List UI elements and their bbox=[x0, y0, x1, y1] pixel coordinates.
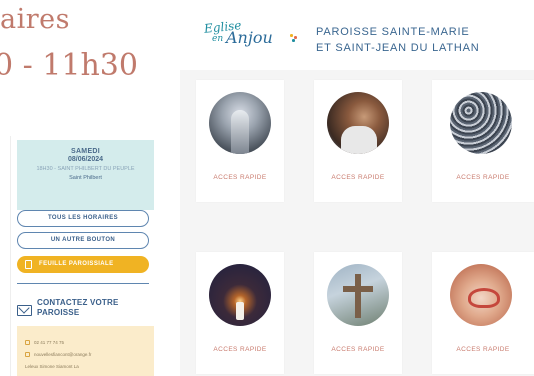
logo-dots-icon bbox=[290, 34, 300, 44]
contact-email[interactable]: nouvellesfiancont@orange.fr bbox=[25, 348, 146, 360]
tile-label: ACCES RAPIDE bbox=[456, 174, 510, 181]
mass-card: SAMEDI 08/06/2024 18H30 - SAINT PHILBERT… bbox=[17, 140, 154, 210]
contact-card: 02 41 77 74 75 nouvellesfiancont@orange.… bbox=[17, 326, 154, 376]
contact-title: CONTACTEZ VOTRE PAROISSE bbox=[37, 298, 119, 317]
hands-heart-image bbox=[450, 264, 512, 326]
tile-label: ACCES RAPIDE bbox=[331, 346, 385, 353]
quick-access-tile[interactable]: ACCES RAPIDE bbox=[432, 252, 534, 374]
tile-label: ACCES RAPIDE bbox=[213, 174, 267, 181]
contact-header[interactable]: CONTACTEZ VOTRE PAROISSE bbox=[17, 296, 149, 326]
divider bbox=[17, 283, 149, 284]
quick-access-tile[interactable]: ACCES RAPIDE bbox=[314, 80, 402, 202]
all-times-button[interactable]: TOUS LES HORAIRES bbox=[17, 210, 149, 227]
tile-label: ACCES RAPIDE bbox=[456, 346, 510, 353]
quick-access-tile[interactable]: ACCES RAPIDE bbox=[196, 80, 284, 202]
contact-phone[interactable]: 02 41 77 74 75 bbox=[25, 336, 146, 348]
church-interior-image bbox=[209, 92, 271, 154]
parish-name: PAROISSE SAINTE-MARIE ET SAINT-JEAN DU L… bbox=[316, 24, 531, 56]
newsletter-button-label: FEUILLE PAROISSIALE bbox=[39, 261, 114, 267]
newsletter-button[interactable]: FEUILLE PAROISSIALE bbox=[17, 256, 149, 273]
email-icon bbox=[25, 351, 30, 357]
mass-place: 18H30 - SAINT PHILBERT DU PEUPLE bbox=[36, 166, 135, 172]
logo-word-anjou: Anjou bbox=[226, 28, 273, 47]
mail-icon bbox=[17, 305, 32, 316]
cross-image bbox=[327, 264, 389, 326]
mass-date: 08/06/2024 bbox=[67, 156, 104, 163]
mass-schedule-panel: SAMEDI 08/06/2024 18H30 - SAINT PHILBERT… bbox=[10, 136, 156, 376]
logo-word-en: en bbox=[212, 34, 224, 44]
phone-icon bbox=[25, 339, 30, 345]
document-icon bbox=[25, 260, 32, 269]
another-button[interactable]: UN AUTRE BOUTON bbox=[17, 232, 149, 249]
eglise-en-anjou-logo[interactable]: Eglise en Anjou bbox=[200, 14, 310, 54]
contact-address: Leleux Simone Siamont La bbox=[25, 360, 146, 372]
quick-access-tile[interactable]: ACCES RAPIDE bbox=[314, 252, 402, 374]
mass-day: SAMEDI bbox=[70, 148, 101, 155]
hours-time: 0 - 11h30 bbox=[0, 48, 138, 83]
parish-name-line2: ET SAINT-JEAN DU LATHAN bbox=[316, 42, 480, 54]
email-text: nouvellesfiancont@orange.fr bbox=[34, 351, 92, 357]
tile-label: ACCES RAPIDE bbox=[213, 346, 267, 353]
candle-image bbox=[209, 264, 271, 326]
man-portrait-image bbox=[327, 92, 389, 154]
quick-access-tile[interactable]: ACCES RAPIDE bbox=[196, 252, 284, 374]
mass-location: Saint Philbert bbox=[69, 175, 102, 181]
crowd-image bbox=[450, 92, 512, 154]
parish-name-line1: PAROISSE SAINTE-MARIE bbox=[316, 26, 470, 38]
phone-text: 02 41 77 74 75 bbox=[34, 339, 65, 345]
address-text: Leleux Simone Siamont La bbox=[25, 363, 79, 369]
tile-label: ACCES RAPIDE bbox=[331, 174, 385, 181]
hours-heading: aires bbox=[0, 4, 70, 35]
quick-access-tile[interactable]: ACCES RAPIDE bbox=[432, 80, 534, 202]
